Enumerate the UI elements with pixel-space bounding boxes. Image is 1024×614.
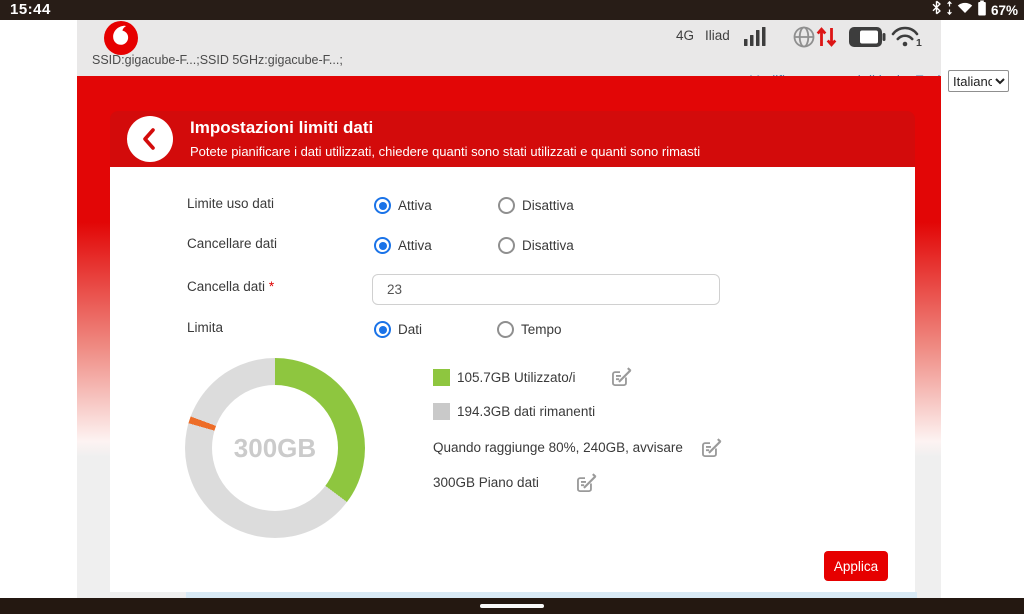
field-label-text: Cancella dati [187,279,266,294]
donut-total-label: 300GB [233,432,317,463]
required-asterisk: * [268,279,275,294]
network-tech-label: 4G [676,28,695,43]
radio-label[interactable]: Disattiva [522,238,574,253]
clear-days-input[interactable] [372,274,720,305]
clock: 15:44 [10,1,51,18]
carrier-label: Iliad [705,28,730,43]
field-label-cancellare-dati: Cancellare dati [187,236,278,251]
apply-button[interactable]: Applica [824,551,888,581]
wifi-status-icon [957,1,973,19]
radio-limita-dati[interactable] [374,321,391,338]
data-usage-donut-chart: 300GB [185,358,365,538]
radio-cancellare-disattiva[interactable] [498,237,515,254]
signal-bars-icon [744,26,769,52]
radio-limita-tempo[interactable] [497,321,514,338]
router-header: SSID:gigacube-F...;SSID 5GHz:gigacube-F.… [77,20,1009,92]
legend-swatch-remaining [433,403,450,420]
field-label-limite-uso-dati: Limite uso dati [187,196,275,211]
legend-alert-label: Quando raggiunge 80%, 240GB, avvisare [433,440,683,455]
legend-remaining-label: 194.3GB dati rimanenti [457,404,596,419]
android-status-bar: 15:44 67% [0,0,1024,20]
data-transfer-arrows-icon [946,0,953,20]
battery-percent: 67% [990,2,1018,18]
legend-used-label: 105.7GB Utilizzato/i [457,370,576,385]
field-label-cancella-dati: Cancella dati * [187,279,274,294]
content-card: Limite uso dati Attiva Disattiva Cancell… [110,167,915,592]
legend-swatch-used [433,369,450,386]
radio-label[interactable]: Disattiva [522,198,574,213]
device-battery-icon [848,26,886,53]
battery-status-icon [977,0,987,21]
radio-label[interactable]: Tempo [521,322,562,337]
wifi-client-count: 1 [916,37,922,49]
radio-label[interactable]: Dati [398,322,422,337]
ssid-label: SSID:gigacube-F...;SSID 5GHz:gigacube-F.… [92,53,343,67]
page-title: Impostazioni limiti dati [190,118,374,137]
status-icons: 67% [931,0,1018,20]
edit-icon[interactable] [697,435,723,461]
bluetooth-icon [931,0,942,20]
page-subtitle: Potete pianificare i dati utilizzati, ch… [190,144,701,159]
radio-limite-attiva[interactable] [374,197,391,214]
radio-label[interactable]: Attiva [398,238,432,253]
edit-icon[interactable] [572,470,598,496]
back-button[interactable] [127,116,173,162]
radio-label[interactable]: Attiva [398,198,432,213]
home-indicator[interactable] [480,604,544,608]
edit-icon[interactable] [607,364,633,390]
radio-cancellare-attiva[interactable] [374,237,391,254]
radio-limite-disattiva[interactable] [498,197,515,214]
legend-plan-label: 300GB Piano dati [433,475,539,490]
internet-globe-icon [792,24,840,55]
screen: 15:44 67% SSID:gigacube-F...;SSID 5GHz:g… [0,0,1024,614]
language-select[interactable]: Italiano [948,70,1009,92]
chevron-left-icon [143,128,155,150]
field-label-limita: Limita [187,320,224,335]
